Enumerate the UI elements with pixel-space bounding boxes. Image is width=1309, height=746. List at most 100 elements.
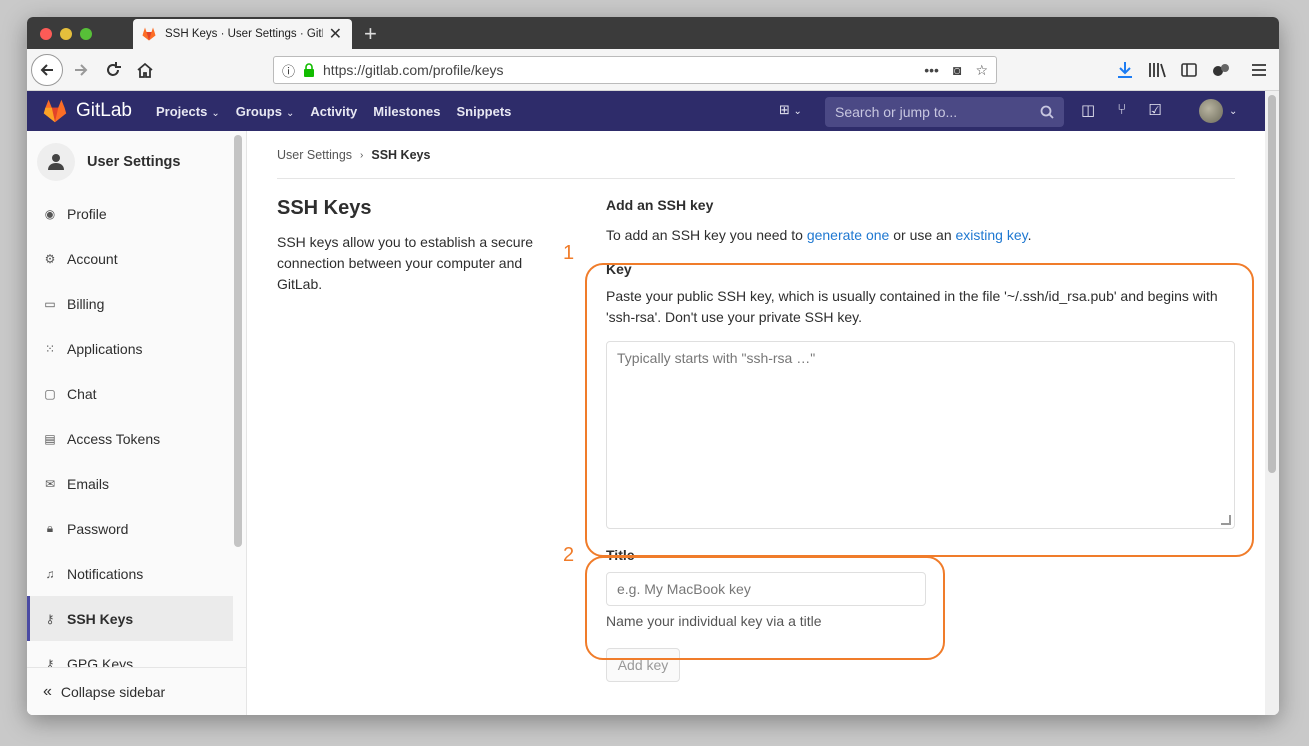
sidebar-item-billing[interactable]: ▭ Billing [27,281,233,326]
annotation-number-2: 2 [563,544,575,566]
header-icon-group: ◫ ⑂ ☑ [1081,101,1162,119]
extension-button[interactable] [1209,56,1233,84]
url-text: https://gitlab.com/profile/keys [323,62,504,78]
merge-request-icon[interactable]: ⑂ [1117,101,1126,119]
browser-tab[interactable]: SSH Keys · User Settings · GitLab ✕ [133,19,352,49]
sidebar-item-label: Emails [67,475,110,492]
gitlab-tanuki-icon [43,99,67,123]
breadcrumb-divider [277,178,1235,179]
library-button[interactable] [1145,56,1169,84]
menu-groups[interactable]: Groups ⌄ [236,104,295,119]
pocket-icon[interactable]: ◙ [953,62,961,79]
sidebar-item-account[interactable]: ⚙ Account [27,236,233,281]
menu-milestones[interactable]: Milestones [373,104,440,119]
sidebar-item-ssh-keys[interactable]: ⚷ SSH Keys [27,596,233,641]
arrow-right-icon [75,64,88,76]
annotation-title-highlight [585,556,945,660]
sidebar-item-label: Access Tokens [67,430,161,447]
sidebar-icon [1181,63,1197,77]
new-tab-icon[interactable]: + [364,21,377,47]
issues-icon[interactable]: ◫ [1081,101,1095,119]
bell-icon: ♫ [45,566,55,581]
sidebar-item-password[interactable]: 🔒︎ Password [27,506,233,551]
user-menu[interactable]: ⌄ [1199,99,1237,123]
close-window-button[interactable] [40,28,52,40]
existing-key-link[interactable]: existing key [956,227,1028,243]
bookmark-star-icon[interactable]: ☆ [975,62,988,79]
menu-button[interactable] [1247,56,1271,84]
home-icon [137,62,153,78]
home-button[interactable] [133,56,157,84]
key-icon: ⚷ [45,611,55,626]
search-placeholder: Search or jump to... [835,104,958,120]
todo-icon[interactable]: ☑ [1148,101,1161,119]
user-icon [37,143,75,181]
annotation-key-highlight [585,263,1254,557]
avatar [1199,99,1223,123]
page-actions-icon[interactable]: ••• [924,62,939,79]
chevron-down-icon: ⌄ [793,106,802,117]
sidebar-item-access-tokens[interactable]: ▤ Access Tokens [27,416,233,461]
sidebar-item-notifications[interactable]: ♫ Notifications [27,551,233,596]
sidebar-toggle-button[interactable] [1177,56,1201,84]
form-intro-text: To add an SSH key you need to [606,227,807,243]
search-icon [1040,105,1054,119]
page-scrollbar[interactable] [1265,91,1279,715]
browser-window: SSH Keys · User Settings · GitLab ✕ + ⓘ … [27,17,1279,715]
page-description: SSH keys allow you to establish a secure… [277,234,534,292]
menu-snippets[interactable]: Snippets [456,104,511,119]
tab-close-icon[interactable]: ✕ [329,24,342,44]
sidebar-scrollbar[interactable] [234,135,242,547]
new-item-dropdown[interactable]: ⊞ ⌄ [779,102,802,118]
minimize-window-button[interactable] [60,28,72,40]
collapse-sidebar-button[interactable]: « Collapse sidebar [27,667,246,715]
sidebar-item-label: Applications [67,340,143,357]
sidebar-header[interactable]: User Settings [37,143,180,181]
add-ssh-key-form: Add an SSH key To add an SSH key you nee… [606,197,1236,682]
sidebar-item-label: Chat [67,385,97,402]
sidebar-item-label: Billing [67,295,105,312]
maximize-window-button[interactable] [80,28,92,40]
breadcrumb-current[interactable]: SSH Keys [371,148,430,162]
collapse-sidebar-label: Collapse sidebar [60,683,166,700]
gitlab-logo[interactable]: GitLab [42,99,132,123]
breadcrumb-parent[interactable]: User Settings [277,148,352,162]
menu-projects-label: Projects [156,103,208,119]
settings-sidebar: User Settings ◉ Profile ⚙ Account ▭ Bill… [27,131,247,715]
address-bar[interactable]: ⓘ https://gitlab.com/profile/keys ••• ◙ … [273,56,997,84]
intro-column: SSH Keys SSH keys allow you to establish… [277,197,547,295]
back-button[interactable] [31,54,63,86]
billing-icon: ▭ [44,296,56,311]
gitlab-brand: GitLab [76,100,132,121]
plus-square-icon: ⊞ [779,102,790,117]
sidebar-item-chat[interactable]: ▢ Chat [27,371,233,416]
info-icon[interactable]: ⓘ [282,61,295,80]
applications-icon: ⁙ [44,341,56,356]
sidebar-item-emails[interactable]: ✉ Emails [27,461,233,506]
sidebar-title: User Settings [87,154,181,170]
download-icon [1118,62,1132,78]
double-chevron-left-icon: « [43,682,52,700]
menu-projects[interactable]: Projects ⌄ [156,104,220,119]
chat-icon: ▢ [44,386,56,401]
breadcrumb: User Settings › SSH Keys [277,148,430,162]
reload-button[interactable] [101,56,125,84]
form-intro-text: or use an [889,227,956,243]
chevron-down-icon: ⌄ [285,107,295,119]
form-intro-text: . [1027,227,1032,243]
chevron-right-icon: › [360,149,364,161]
menu-activity[interactable]: Activity [310,104,357,119]
navigation-bar: ⓘ https://gitlab.com/profile/keys ••• ◙ … [27,49,1279,91]
sidebar-item-applications[interactable]: ⁙ Applications [27,326,233,371]
page-scrollbar-thumb[interactable] [1268,95,1276,473]
lock-icon: 🔒︎ [46,521,54,535]
search-input[interactable]: Search or jump to... [825,97,1064,127]
profile-icon: ◉ [44,206,56,221]
menu-groups-label: Groups [235,103,282,119]
main-content: User Settings › SSH Keys SSH Keys SSH ke… [247,131,1265,715]
generate-one-link[interactable]: generate one [807,227,890,243]
sidebar-item-profile[interactable]: ◉ Profile [27,191,233,236]
forward-button[interactable] [69,56,93,84]
downloads-button[interactable] [1113,56,1137,84]
gitlab-top-menu: Projects ⌄ Groups ⌄ Activity Milestones Sn… [156,91,511,131]
